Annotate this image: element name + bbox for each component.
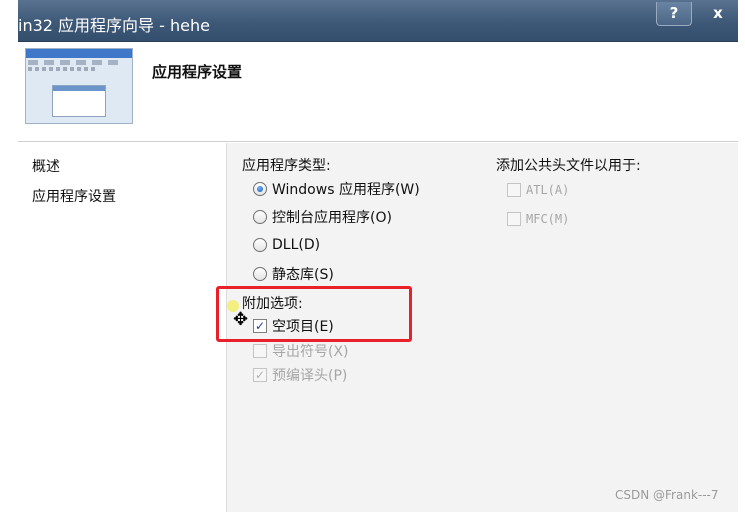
option-label: 导出符号(X) xyxy=(272,344,349,360)
radio-button[interactable] xyxy=(253,238,267,252)
radio-dll[interactable]: DLL(D) xyxy=(253,235,320,255)
option-label: 静态库(S) xyxy=(272,267,334,283)
radio-console-app[interactable]: 控制台应用程序(O) xyxy=(253,207,392,227)
checkbox-atl: ATL(A) xyxy=(507,180,569,200)
option-label: DLL(D) xyxy=(272,237,321,253)
wizard-header: 应用程序设置 xyxy=(18,42,738,142)
preview-toolbar xyxy=(28,67,98,71)
preview-document-window xyxy=(52,85,106,117)
option-label: 预编译头(P) xyxy=(272,368,348,384)
checkbox xyxy=(253,344,267,358)
checkbox-precompiled-header: ✓ 预编译头(P) xyxy=(253,365,347,385)
preview-titlebar xyxy=(26,49,132,58)
checkbox-checked: ✓ xyxy=(253,368,267,382)
pane-divider xyxy=(226,143,227,512)
extra-options-label: 附加选项: xyxy=(242,296,303,312)
window-title: in32 应用程序向导 - hehe xyxy=(18,16,210,35)
nav-item-app-settings[interactable]: 应用程序设置 xyxy=(32,186,116,206)
option-label: 空项目(E) xyxy=(272,319,334,335)
radio-windows-app[interactable]: Windows 应用程序(W) xyxy=(253,179,420,199)
checkbox-export-symbols: 导出符号(X) xyxy=(253,341,349,361)
checkbox-mfc: MFC(M) xyxy=(507,209,569,229)
help-button[interactable]: ? xyxy=(656,2,692,26)
preview-document-titlebar xyxy=(53,86,105,91)
watermark: CSDN @Frank---7 xyxy=(615,488,719,502)
radio-button[interactable] xyxy=(253,267,267,281)
nav-item-overview[interactable]: 概述 xyxy=(32,156,60,176)
page-title: 应用程序设置 xyxy=(152,63,243,81)
option-label: ATL(A) xyxy=(526,183,570,197)
checkbox-empty-project[interactable]: ✓ 空项目(E) xyxy=(253,316,334,336)
preview-menubar xyxy=(28,60,124,65)
option-label: MFC(M) xyxy=(526,212,570,226)
title-bar: in32 应用程序向导 - hehe ? x xyxy=(18,0,738,42)
option-label: 控制台应用程序(O) xyxy=(272,210,392,226)
wizard-content: 概述 应用程序设置 应用程序类型: Windows 应用程序(W) 控制台应用程… xyxy=(18,143,738,512)
common-headers-label: 添加公共头文件以用于: xyxy=(496,158,641,174)
checkbox-checked[interactable]: ✓ xyxy=(253,319,267,333)
option-label: Windows 应用程序(W) xyxy=(272,182,420,198)
radio-button-checked[interactable] xyxy=(253,182,267,196)
wizard-preview-image xyxy=(25,48,133,124)
close-button[interactable]: x xyxy=(698,2,738,26)
wizard-nav: 概述 应用程序设置 xyxy=(18,143,226,512)
checkbox xyxy=(507,183,521,197)
move-cursor-icon: ✥ xyxy=(233,309,249,330)
radio-button[interactable] xyxy=(253,210,267,224)
checkbox xyxy=(507,212,521,226)
radio-static-lib[interactable]: 静态库(S) xyxy=(253,264,334,284)
app-type-label: 应用程序类型: xyxy=(242,158,331,174)
